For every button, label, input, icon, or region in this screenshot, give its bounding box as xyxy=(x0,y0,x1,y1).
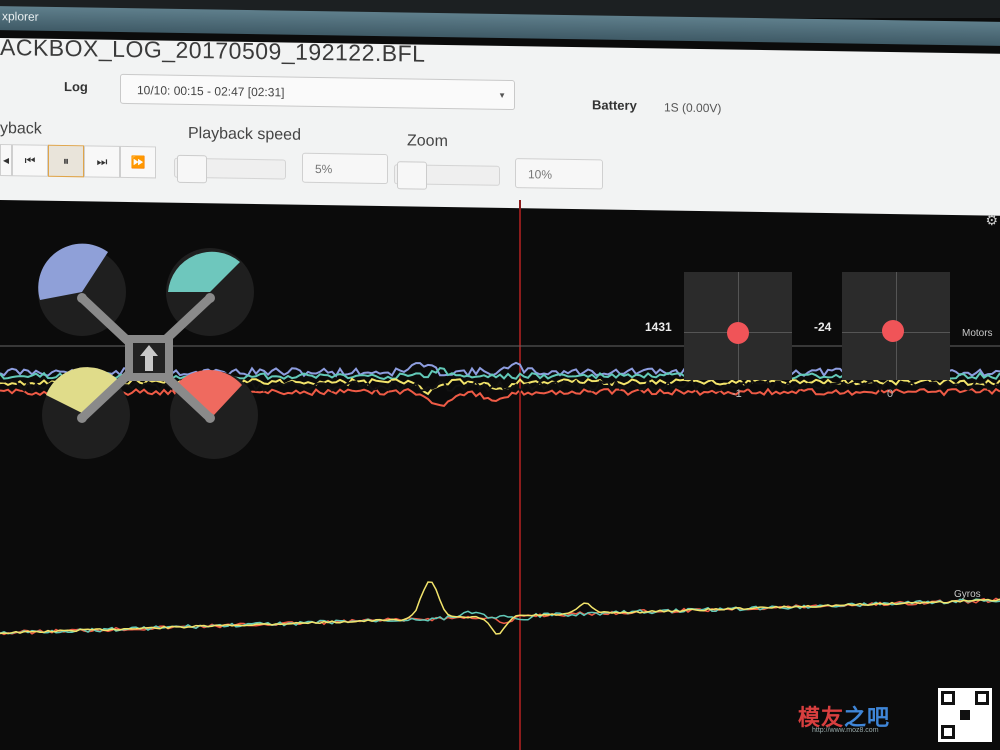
fast-forward-button[interactable]: ⏩ xyxy=(120,145,156,179)
step-forward-icon: ⏭ xyxy=(96,154,108,169)
motors-series-label: Motors xyxy=(962,328,993,339)
window-title: xplorer xyxy=(2,9,39,24)
battery-value: 1S (0.00V) xyxy=(664,100,722,116)
playback-speed-slider[interactable] xyxy=(174,154,286,184)
stick-left-yaw-value: -1 xyxy=(732,388,742,400)
playback-label: yback xyxy=(0,120,42,138)
pause-icon: ⏸ xyxy=(62,153,69,168)
stick-left-position xyxy=(727,322,749,344)
rewind-icon: ◂ xyxy=(2,153,10,168)
qr-code-image xyxy=(938,688,992,742)
pause-button[interactable]: ⏸ xyxy=(48,144,84,178)
gyro-trace-yaw xyxy=(0,581,1000,635)
log-label: Log xyxy=(64,79,88,95)
gear-icon[interactable]: ⚙ xyxy=(985,212,998,229)
stick-right-roll-value: 0 xyxy=(887,388,894,400)
log-graph[interactable]: ⚙ 1431 -1 -24 0 Motors Gyros xyxy=(0,200,1000,750)
zoom-slider-handle[interactable] xyxy=(397,161,427,190)
step-back-icon: ⏮ xyxy=(24,152,36,168)
battery-label: Battery xyxy=(592,97,637,114)
playback-speed-slider-handle[interactable] xyxy=(177,154,207,184)
zoom-slider[interactable] xyxy=(394,161,500,190)
zoom-input[interactable]: 10% xyxy=(515,158,603,190)
playback-speed-input[interactable]: 5% xyxy=(302,152,388,185)
playback-controls: ◂ ⏮ ⏸ ⏭ ⏩ xyxy=(0,144,156,179)
step-back-button[interactable]: ⏮ xyxy=(12,144,48,177)
gyros-series-label: Gyros xyxy=(954,589,981,600)
control-panel: ACKBOX_LOG_20170509_192122.BFL Log 10/10… xyxy=(0,34,1000,216)
craft-diagram xyxy=(38,243,258,459)
fast-forward-icon: ⏩ xyxy=(130,155,146,170)
stick-left-throttle-value: 1431 xyxy=(645,320,672,334)
step-forward-button[interactable]: ⏭ xyxy=(84,145,120,178)
rewind-button[interactable]: ◂ xyxy=(0,144,12,177)
stick-left xyxy=(684,272,792,380)
chevron-down-icon: ▼ xyxy=(498,90,506,100)
log-select-value: 10/10: 00:15 - 02:47 [02:31] xyxy=(137,83,285,100)
stick-right xyxy=(842,272,950,380)
stick-right-pitch-value: -24 xyxy=(814,320,832,334)
watermark-url: http://www.moz8.com xyxy=(812,727,879,734)
playback-speed-label: Playback speed xyxy=(188,124,301,144)
stick-right-position xyxy=(882,320,904,342)
zoom-label: Zoom xyxy=(407,132,448,151)
log-select[interactable]: 10/10: 00:15 - 02:47 [02:31] ▼ xyxy=(120,73,515,111)
log-filename: ACKBOX_LOG_20170509_192122.BFL xyxy=(0,34,426,67)
motor-trace-4 xyxy=(0,387,1000,407)
